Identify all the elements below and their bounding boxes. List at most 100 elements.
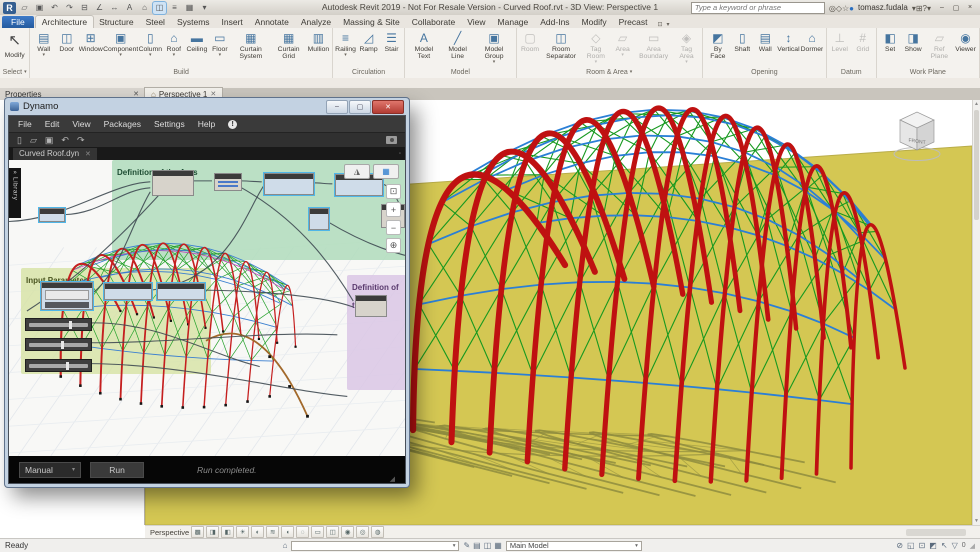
door-button[interactable]: ◫ Door ▾: [55, 30, 78, 53]
worksets-icon[interactable]: ▤: [473, 541, 481, 550]
wall-button[interactable]: ▤ Wall ▾: [32, 30, 55, 58]
redo-icon[interactable]: ↷: [77, 135, 85, 146]
by-face-button[interactable]: ◩ By Face ▾: [705, 30, 731, 60]
revit-logo[interactable]: R: [3, 2, 16, 14]
run-button[interactable]: Run: [90, 462, 144, 478]
viewer-button[interactable]: ◉ Viewer ▾: [954, 30, 977, 53]
reveal-hidden-icon[interactable]: ◍: [371, 526, 384, 538]
wall-opening-button[interactable]: ▤ Wall ▾: [754, 30, 777, 53]
show-work-plane-button[interactable]: ◨ Show ▾: [902, 30, 925, 53]
tab-overflow-icon[interactable]: ▫: [399, 151, 401, 157]
visual-style-icon[interactable]: ◧: [221, 526, 234, 538]
dynamo-menu-settings[interactable]: Settings: [154, 119, 185, 129]
curtain-grid-button[interactable]: ▦ Curtain Grid ▾: [270, 30, 307, 60]
zoom-out-button[interactable]: −: [386, 220, 401, 235]
undo-icon[interactable]: ↶: [61, 135, 69, 146]
component-button[interactable]: ▣ Component ▾: [103, 30, 138, 58]
column-button[interactable]: ▯ Column ▾: [138, 30, 162, 58]
dynamo-node[interactable]: [309, 208, 329, 230]
open-file-icon[interactable]: ▱: [30, 135, 37, 146]
crop-view-icon[interactable]: ▭: [311, 526, 324, 538]
section-icon[interactable]: ◫: [153, 2, 166, 14]
shaft-button[interactable]: ▯ Shaft ▾: [731, 30, 754, 53]
dynamo-node[interactable]: [355, 295, 387, 317]
tag-room-button[interactable]: ◇ Tag Room ▾: [581, 30, 612, 65]
dynamo-canvas[interactable]: Definition of the Arcs Input Parameters …: [9, 160, 405, 456]
show-rendering-dialog-icon[interactable]: ▩: [191, 526, 204, 538]
shadows-icon[interactable]: ◐: [251, 526, 264, 538]
select-underlay-toggle-icon[interactable]: ◱: [907, 541, 915, 550]
tab-systems[interactable]: Systems: [171, 16, 216, 28]
zoom-in-button[interactable]: +: [386, 202, 401, 217]
horizontal-scrollbar[interactable]: [906, 529, 966, 536]
dynamo-minimize-button[interactable]: –: [326, 100, 348, 114]
tab-manage[interactable]: Manage: [492, 16, 535, 28]
depth-cueing-icon[interactable]: ◖: [281, 526, 294, 538]
worksets-combo[interactable]: ▾: [291, 541, 459, 551]
camera-export-icon[interactable]: [386, 136, 397, 144]
scroll-down-icon[interactable]: ▼: [974, 517, 979, 525]
background-preview-button[interactable]: ◮: [344, 164, 370, 179]
select-links-toggle-icon[interactable]: ⊘: [896, 541, 903, 550]
level-button[interactable]: ⊥ Level ▾: [828, 30, 851, 53]
tab-steel[interactable]: Steel: [140, 16, 171, 28]
measure-icon[interactable]: ∠: [93, 2, 106, 14]
sketchy-lines-icon[interactable]: ≋: [266, 526, 279, 538]
model-line-button[interactable]: ╱ Model Line ▾: [441, 30, 475, 60]
ribbon-cycle-icon[interactable]: ⊡: [657, 21, 662, 28]
model-text-button[interactable]: A Model Text ▾: [407, 30, 440, 60]
dynamo-menu-file[interactable]: File: [18, 119, 32, 129]
window-button[interactable]: ⊞ Window ▾: [78, 30, 103, 53]
save-file-icon[interactable]: ▣: [45, 135, 54, 146]
area-button[interactable]: ▱ Area ▾: [611, 30, 634, 58]
ceiling-button[interactable]: ▬ Ceiling ▾: [185, 30, 208, 53]
dynamo-menu-packages[interactable]: Packages: [104, 119, 141, 129]
thin-lines-icon[interactable]: ≡: [168, 2, 181, 14]
stair-button[interactable]: ☰ Stair ▾: [380, 30, 403, 53]
tab-precast[interactable]: Precast: [613, 16, 654, 28]
filter-icon[interactable]: ▽: [952, 541, 958, 550]
tab-annotate[interactable]: Annotate: [249, 16, 295, 28]
room-button[interactable]: ▢ Room ▾: [519, 30, 542, 53]
close-button[interactable]: ×: [963, 2, 977, 13]
mullion-button[interactable]: ▥ Mullion ▾: [307, 30, 330, 53]
scroll-up-icon[interactable]: ▲: [974, 100, 979, 108]
dynamo-tab-curved-roof[interactable]: Curved Roof.dyn ✕: [13, 148, 97, 160]
floor-button[interactable]: ▭ Floor ▾: [208, 30, 231, 58]
select-by-face-toggle-icon[interactable]: ◩: [929, 541, 937, 550]
redo-icon[interactable]: ↷: [63, 2, 76, 14]
close-icon[interactable]: ✕: [133, 90, 139, 98]
tab-addins[interactable]: Add-Ins: [534, 16, 575, 28]
dynamo-node[interactable]: [41, 282, 93, 310]
dynamo-title-bar[interactable]: Dynamo – ▢ ✕: [8, 98, 406, 115]
home-icon[interactable]: ⌂: [283, 541, 288, 550]
dynamo-number-slider[interactable]: [25, 318, 92, 331]
railing-button[interactable]: ≡ Railing ▾: [334, 30, 357, 58]
new-file-icon[interactable]: ▯: [17, 135, 22, 146]
tab-collaborate[interactable]: Collaborate: [406, 16, 461, 28]
curtain-system-button[interactable]: ▦ Curtain System ▾: [231, 30, 270, 60]
dynamo-menu-help[interactable]: Help: [198, 119, 215, 129]
tab-massing-site[interactable]: Massing & Site: [337, 16, 406, 28]
dynamo-node[interactable]: [157, 283, 205, 300]
vertical-opening-button[interactable]: ↕ Vertical ▾: [777, 30, 800, 53]
aligned-dimension-icon[interactable]: ↔: [108, 2, 121, 14]
sun-path-icon[interactable]: ☀: [236, 526, 249, 538]
grid-button[interactable]: # Grid ▾: [851, 30, 874, 53]
dynamo-node[interactable]: [104, 283, 152, 300]
editable-only-icon[interactable]: ✎: [463, 541, 470, 550]
restore-button[interactable]: ▢: [949, 2, 963, 13]
library-panel-tab[interactable]: » Library: [9, 168, 21, 218]
dynamo-node[interactable]: [39, 208, 65, 222]
zoom-fit-button[interactable]: ⊡: [386, 184, 401, 199]
ribbon-collapse-icon[interactable]: ▾: [666, 21, 669, 28]
help-caret-icon[interactable]: ▾: [927, 4, 931, 13]
tab-modify[interactable]: Modify: [576, 16, 613, 28]
dynamo-menu-edit[interactable]: Edit: [45, 119, 60, 129]
customize-qat-icon[interactable]: ▾: [198, 2, 211, 14]
select-pinned-toggle-icon[interactable]: ⊡: [919, 541, 926, 550]
run-mode-combo[interactable]: Manual▾: [19, 462, 81, 478]
dynamo-node[interactable]: [264, 173, 314, 195]
tab-analyze[interactable]: Analyze: [295, 16, 337, 28]
ramp-button[interactable]: ◿ Ramp ▾: [357, 30, 380, 53]
